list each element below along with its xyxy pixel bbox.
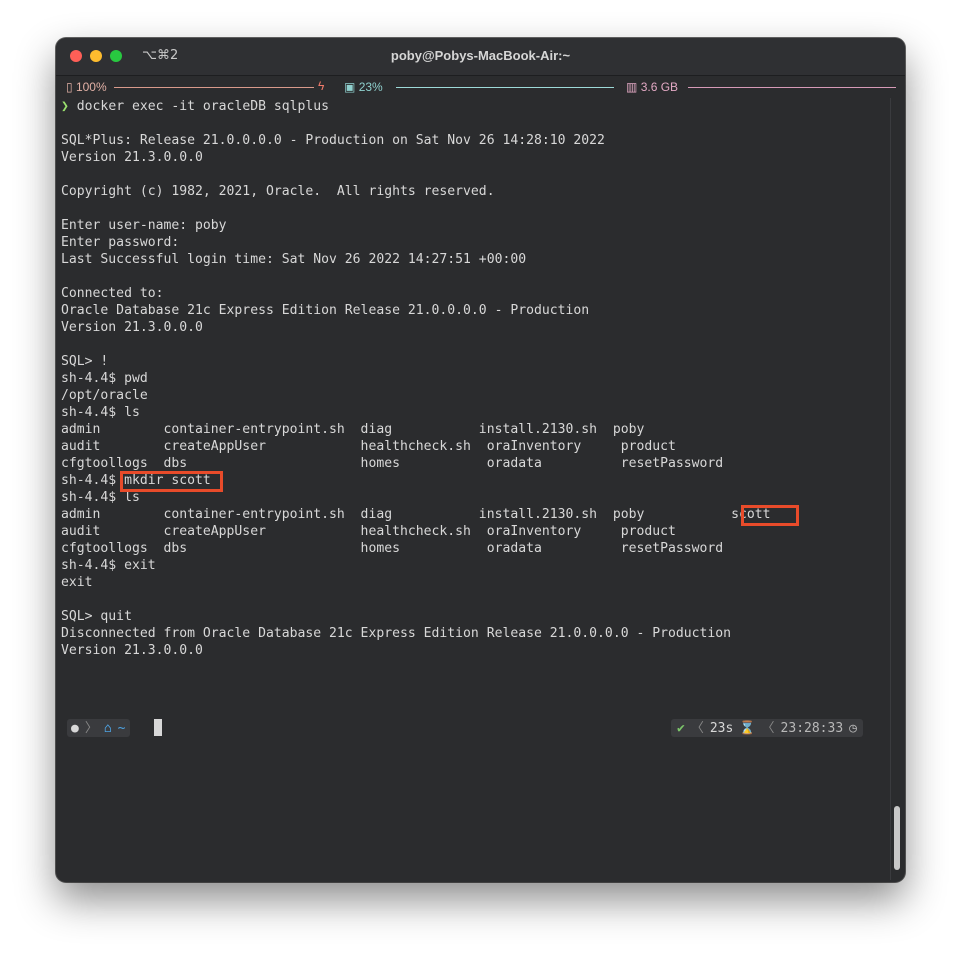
terminal-line: SQL*Plus: Release 21.0.0.0.0 - Productio… bbox=[61, 133, 605, 148]
terminal-line: Last Successful login time: Sat Nov 26 2… bbox=[61, 252, 527, 267]
cpu-icon: ▣ bbox=[344, 80, 356, 94]
terminal-line: Version 21.3.0.0.0 bbox=[61, 643, 203, 658]
terminal-line: sh-4.4$ ls bbox=[61, 405, 140, 420]
terminal-output[interactable]: ❯ docker exec -it oracleDB sqlplus SQL*P… bbox=[61, 98, 887, 878]
terminal-line: SQL> quit bbox=[61, 609, 132, 624]
window-title: poby@Pobys-MacBook-Air:~ bbox=[390, 48, 571, 63]
clock-time: 23:28:33 bbox=[780, 720, 844, 736]
battery-graph bbox=[114, 87, 314, 88]
terminal-line: Enter password: bbox=[61, 235, 180, 250]
cpu-status: ▣ 23% bbox=[344, 80, 383, 94]
terminal-line: sh-4.4$ pwd bbox=[61, 371, 148, 386]
prompt-arrow-icon: ❯ bbox=[61, 99, 69, 114]
scrollbar[interactable] bbox=[890, 98, 903, 880]
terminal-line: Disconnected from Oracle Database 21c Ex… bbox=[61, 626, 732, 641]
mkdir-highlight-box bbox=[120, 471, 223, 492]
scott-highlight-box bbox=[741, 505, 799, 526]
memory-graph bbox=[688, 87, 896, 88]
cpu-graph bbox=[396, 87, 614, 88]
terminal-line: SQL> ! bbox=[61, 354, 109, 369]
terminal-line: cfgtoollogs dbs homes oradata resetPassw… bbox=[61, 541, 724, 556]
terminal-line: Version 21.3.0.0.0 bbox=[61, 320, 203, 335]
status-bar: ▯ 100% ϟ ▣ 23% ▥ 3.6 GB bbox=[56, 76, 905, 98]
home-icon: ⌂ bbox=[103, 720, 112, 736]
terminal-line: exit bbox=[61, 575, 93, 590]
cpu-value: 23% bbox=[358, 80, 383, 94]
terminal-line: admin container-entrypoint.sh diag insta… bbox=[61, 422, 645, 437]
prompt-bar: ● 〉 ⌂ ~ ✔ 〈 23s ⌛ 〈 23:28:33 ◷ bbox=[67, 718, 863, 738]
terminal-line: sh-4.4$ exit bbox=[61, 558, 156, 573]
command-text: docker exec -it oracleDB sqlplus bbox=[76, 99, 330, 114]
terminal-line: Connected to: bbox=[61, 286, 164, 301]
terminal-line: Oracle Database 21c Express Edition Rele… bbox=[61, 303, 590, 318]
memory-status: ▥ 3.6 GB bbox=[626, 80, 678, 94]
command-duration: 23s bbox=[709, 720, 734, 736]
memory-icon: ▥ bbox=[626, 80, 638, 94]
chevron-left-icon: 〈 bbox=[761, 720, 775, 736]
prompt-right-segment: ✔ 〈 23s ⌛ 〈 23:28:33 ◷ bbox=[671, 719, 863, 737]
text-cursor bbox=[154, 719, 162, 736]
title-bar: ⌥⌘2 poby@Pobys-MacBook-Air:~ bbox=[56, 38, 905, 76]
chevron-right-icon: 〉 bbox=[84, 720, 98, 736]
battery-icon: ▯ bbox=[66, 80, 73, 94]
memory-value: 3.6 GB bbox=[640, 80, 679, 94]
terminal-line: Copyright (c) 1982, 2021, Oracle. All ri… bbox=[61, 184, 495, 199]
chevron-left-icon: 〈 bbox=[690, 720, 704, 736]
status-check-icon: ✔ bbox=[677, 720, 685, 736]
terminal-line: Version 21.3.0.0.0 bbox=[61, 150, 203, 165]
current-path: ~ bbox=[117, 720, 126, 736]
charging-icon: ϟ bbox=[318, 79, 325, 93]
hourglass-icon: ⌛ bbox=[739, 720, 756, 736]
apple-icon: ● bbox=[71, 720, 79, 736]
terminal-window: ⌥⌘2 poby@Pobys-MacBook-Air:~ ▯ 100% ϟ ▣ … bbox=[56, 38, 905, 882]
battery-status: ▯ 100% bbox=[66, 80, 107, 94]
terminal-line: Enter user-name: poby bbox=[61, 218, 227, 233]
clock-icon: ◷ bbox=[849, 720, 857, 736]
prompt-left-segment: ● 〉 ⌂ ~ bbox=[67, 719, 130, 737]
terminal-line: cfgtoollogs dbs homes oradata resetPassw… bbox=[61, 456, 724, 471]
battery-value: 100% bbox=[75, 80, 107, 94]
terminal-line: audit createAppUser healthcheck.sh oraIn… bbox=[61, 439, 676, 454]
scrollbar-thumb[interactable] bbox=[894, 806, 900, 870]
terminal-line: /opt/oracle bbox=[61, 388, 148, 403]
terminal-line: ❯ docker exec -it oracleDB sqlplus bbox=[61, 98, 887, 115]
